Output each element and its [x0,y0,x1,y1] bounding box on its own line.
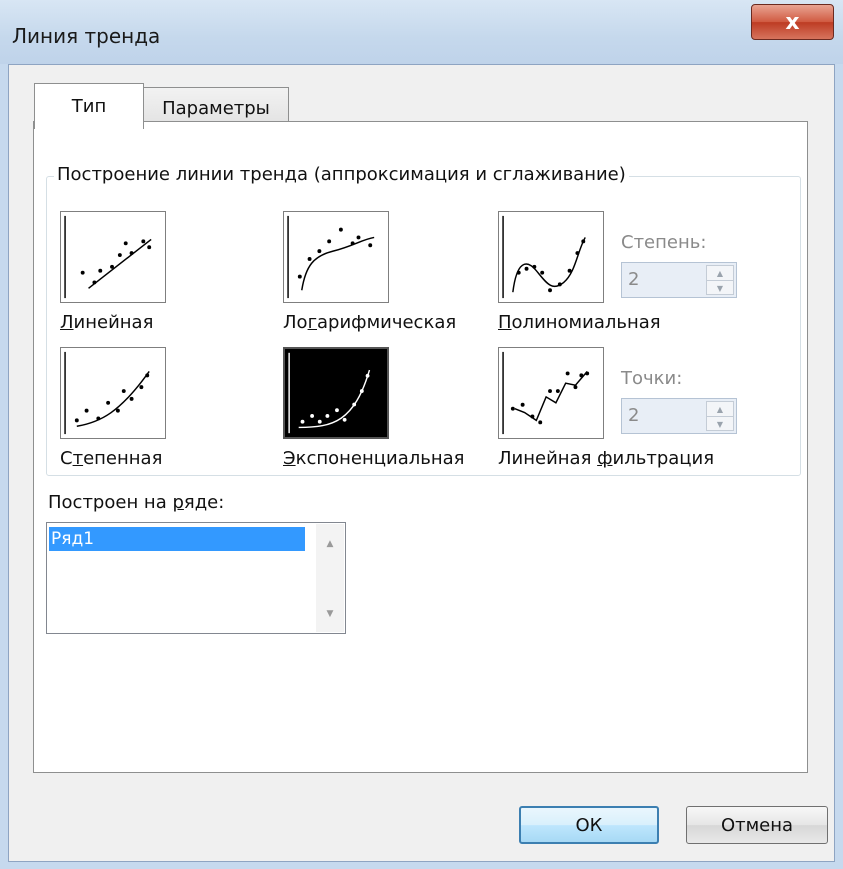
exponential-trend-icon [288,352,371,434]
spin-down-icon[interactable]: ▼ [707,417,733,431]
series-scrollbar[interactable]: ▲ ▼ [316,524,344,632]
period-label: Точки: [621,368,683,389]
power-trend-label: Степенная [60,448,163,469]
dialog-client-area: Тип Параметры Построение линии тренда (а… [8,64,835,862]
period-spin-buttons[interactable]: ▲ ▼ [706,401,734,431]
moving-average-trend-option[interactable] [498,347,604,439]
spin-up-icon[interactable]: ▲ [707,266,733,281]
close-button[interactable]: x [751,4,834,40]
close-icon: x [785,9,800,35]
logarithmic-trend-option[interactable] [283,211,389,303]
polynomial-trend-icon [502,215,586,299]
polynomial-trend-option[interactable] [498,211,604,303]
ok-button[interactable]: ОК [519,806,659,844]
degree-spin-buttons[interactable]: ▲ ▼ [706,265,734,295]
moving-average-trend-icon [502,351,590,435]
power-trend-option[interactable] [60,347,166,439]
spin-down-icon[interactable]: ▼ [707,281,733,295]
window-title: Линия тренда [12,24,161,48]
moving-average-trend-label: Линейная фильтрация [498,448,715,469]
degree-label: Степень: [621,232,707,253]
exponential-trend-label: Экспоненциальная [283,448,465,469]
linear-trend-option[interactable] [60,211,166,303]
trend-type-group-label: Построение линии тренда (аппроксимация и… [54,164,629,185]
polynomial-trend-label: Полиномиальная [498,312,661,333]
series-listbox[interactable]: Ряд1 ▲ ▼ [46,522,346,634]
scroll-up-icon[interactable]: ▲ [316,534,344,554]
linear-trend-icon [64,215,152,299]
scroll-down-icon[interactable]: ▼ [316,604,344,624]
cancel-button[interactable]: Отмена [686,806,828,844]
degree-stepper[interactable]: 2 ▲ ▼ [621,262,737,298]
trendline-dialog: Линия тренда x Тип Параметры Построение … [0,0,843,869]
title-bar[interactable]: Линия тренда x [0,0,843,64]
degree-value: 2 [628,269,640,290]
power-trend-icon [64,351,150,435]
period-value: 2 [628,405,640,426]
series-label: Построен на ряде: [48,492,225,513]
exponential-trend-option[interactable] [283,347,389,439]
period-stepper[interactable]: 2 ▲ ▼ [621,398,737,434]
logarithmic-trend-label: Логарифмическая [283,312,457,333]
logarithmic-trend-icon [287,215,375,299]
tab-panel-type: Построение линии тренда (аппроксимация и… [33,121,808,773]
linear-trend-label: Линейная [60,312,154,333]
spin-up-icon[interactable]: ▲ [707,402,733,417]
tab-type[interactable]: Тип [34,83,144,129]
series-list-item[interactable]: Ряд1 [49,527,305,551]
